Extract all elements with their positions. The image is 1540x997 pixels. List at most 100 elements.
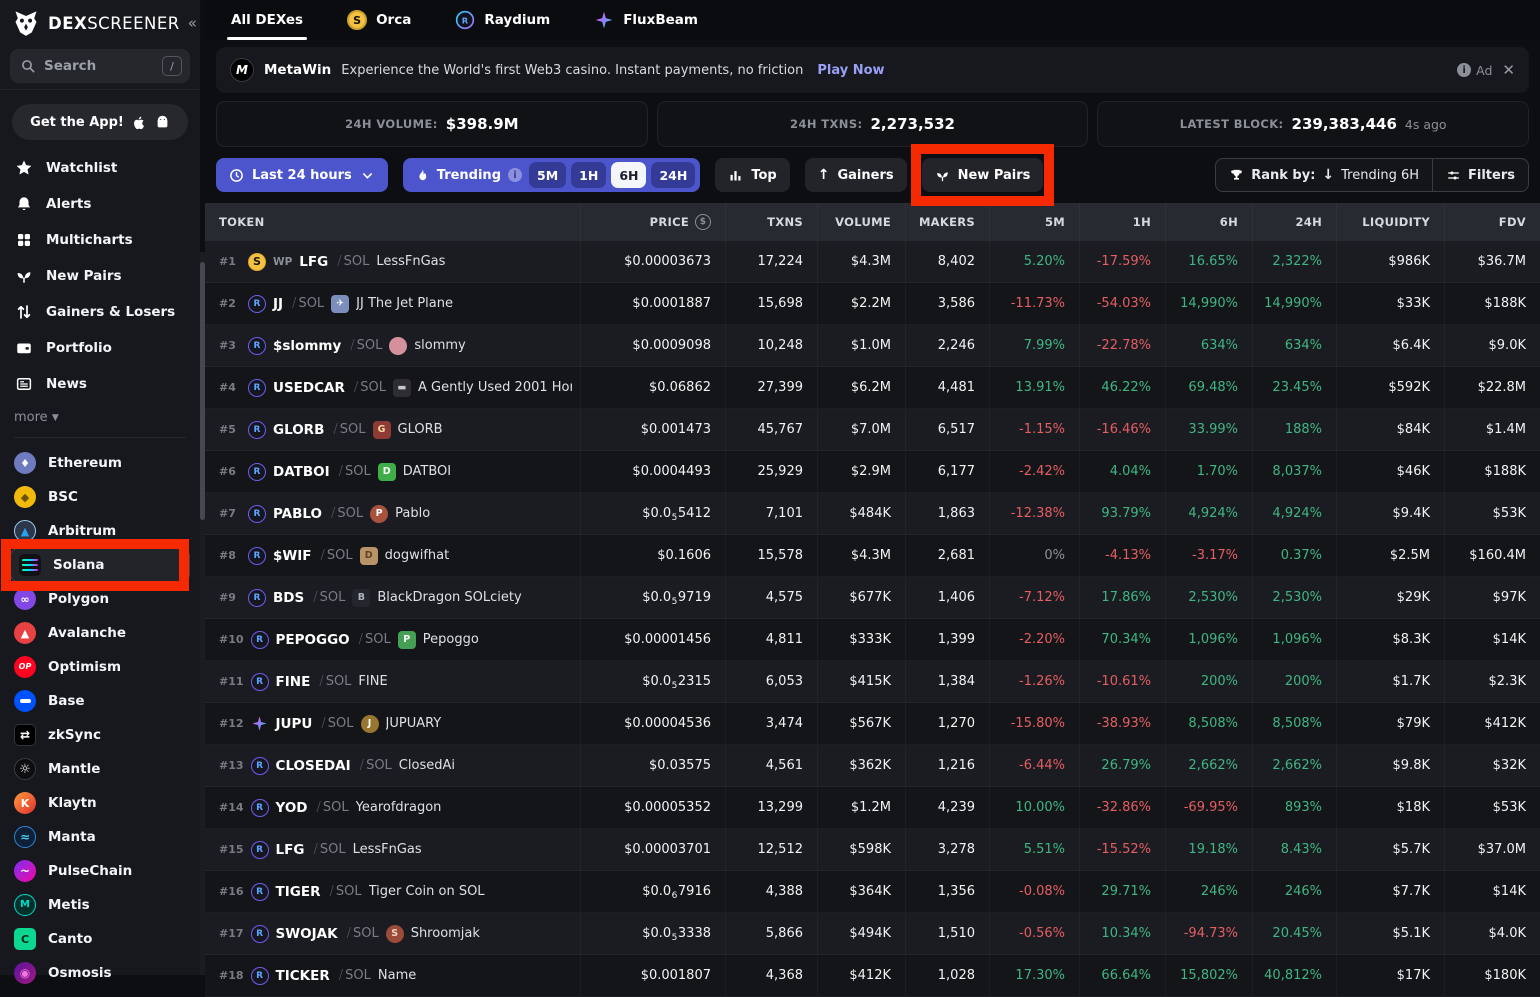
fdv-cell: $97K bbox=[1444, 577, 1540, 618]
sidebar-more-button[interactable]: more ▼ bbox=[0, 402, 200, 435]
top-button[interactable]: Top bbox=[715, 158, 789, 192]
ad-banner[interactable]: M MetaWin Experience the World's first W… bbox=[216, 47, 1529, 93]
chain-item-mantle[interactable]: ☼Mantle bbox=[0, 752, 200, 786]
tab-fluxbeam[interactable]: FluxBeam bbox=[594, 0, 698, 40]
token-row-tiger[interactable]: #16RTIGER/SOLTiger Coin on SOL$0.0679164… bbox=[205, 871, 1540, 913]
ad-close-icon[interactable]: ✕ bbox=[1502, 61, 1515, 79]
token-cell: #7RPABLO/SOLPPablo bbox=[205, 493, 580, 534]
token-row-jupu[interactable]: #12JUPU/SOLJJUPUARY$0.000045363,474$567K… bbox=[205, 703, 1540, 745]
pair-chain: /SOL bbox=[315, 800, 349, 815]
token-row-lfg[interactable]: #15RLFG/SOLLessFnGas$0.0000370112,512$59… bbox=[205, 829, 1540, 871]
tab-raydium[interactable]: RRaydium bbox=[455, 0, 550, 40]
trending-window-5m[interactable]: 5M bbox=[529, 162, 566, 188]
token-row-swojak[interactable]: #17RSWOJAK/SOLSShroomjak$0.0533385,866$4… bbox=[205, 913, 1540, 955]
trending-button[interactable]: Trending i 5M1H6H24H bbox=[403, 158, 701, 192]
price-cell: $0.00003673 bbox=[580, 241, 725, 282]
sidebar-item-new-pairs[interactable]: New Pairs bbox=[0, 258, 200, 294]
chain-item-arbitrum[interactable]: ▲Arbitrum bbox=[0, 514, 200, 548]
makers-cell: 1,216 bbox=[905, 745, 989, 786]
token-name: dogwifhat bbox=[385, 548, 450, 563]
token-row-glorb[interactable]: #5RGLORB/SOLGGLORB$0.00147345,767$7.0M6,… bbox=[205, 409, 1540, 451]
raydium-icon: R bbox=[455, 10, 475, 30]
token-row-wif[interactable]: #8R$WIF/SOLDdogwifhat$0.160615,578$4.3M2… bbox=[205, 535, 1540, 577]
sidebar-collapse-icon[interactable]: « bbox=[188, 16, 197, 31]
chain-item-polygon[interactable]: ∞Polygon bbox=[0, 582, 200, 616]
new-pairs-button[interactable]: New Pairs bbox=[922, 158, 1044, 192]
filters-button[interactable]: Filters bbox=[1432, 159, 1528, 191]
scrollbar-thumb[interactable] bbox=[200, 262, 205, 520]
token-row-lfg[interactable]: #1SWPLFG/SOLLessFnGas$0.0000367317,224$4… bbox=[205, 241, 1540, 283]
column-header-5m[interactable]: 5M bbox=[989, 203, 1079, 241]
chain-item-optimism[interactable]: OPOptimism bbox=[0, 650, 200, 684]
token-row-pablo[interactable]: #7RPABLO/SOLPPablo$0.0554127,101$484K1,8… bbox=[205, 493, 1540, 535]
sidebar-item-portfolio[interactable]: Portfolio bbox=[0, 330, 200, 366]
chain-item-metis[interactable]: MMetis bbox=[0, 888, 200, 922]
chain-item-pulsechain[interactable]: ~PulseChain bbox=[0, 854, 200, 888]
column-header-6h[interactable]: 6H bbox=[1165, 203, 1252, 241]
column-header-1h[interactable]: 1H bbox=[1079, 203, 1165, 241]
liquidity-cell: $1.7K bbox=[1336, 661, 1444, 702]
volume-cell: $333K bbox=[817, 619, 905, 660]
change-1h-cell: 93.79% bbox=[1079, 493, 1165, 534]
token-row-jj[interactable]: #2RJJ/SOL✈JJ The Jet Plane$0.000188715,6… bbox=[205, 283, 1540, 325]
column-header-24h[interactable]: 24H bbox=[1252, 203, 1336, 241]
token-symbol: TICKER bbox=[276, 968, 330, 984]
token-row-yod[interactable]: #14RYOD/SOLYearofdragon$0.0000535213,299… bbox=[205, 787, 1540, 829]
sidebar-item-news[interactable]: News bbox=[0, 366, 200, 402]
fdv-cell: $22.8M bbox=[1444, 367, 1540, 408]
sidebar-item-multicharts[interactable]: Multicharts bbox=[0, 222, 200, 258]
trending-window-6h[interactable]: 6H bbox=[611, 162, 646, 188]
token-row-closedai[interactable]: #13RCLOSEDAI/SOLClosedAi$0.035754,561$36… bbox=[205, 745, 1540, 787]
trending-window-1h[interactable]: 1H bbox=[571, 162, 606, 188]
rank-by-button[interactable]: Rank by: ↓ Trending 6H bbox=[1216, 159, 1432, 191]
chain-item-manta[interactable]: ≈Manta bbox=[0, 820, 200, 854]
chain-item-zksync[interactable]: ⇄zkSync bbox=[0, 718, 200, 752]
column-header-liquidity[interactable]: LIQUIDITY bbox=[1336, 203, 1444, 241]
chain-item-bsc[interactable]: ◆BSC bbox=[0, 480, 200, 514]
fdv-cell: $36.7M bbox=[1444, 241, 1540, 282]
chain-item-canto[interactable]: CCanto bbox=[0, 922, 200, 956]
search-input[interactable]: Search / bbox=[10, 49, 190, 83]
column-header-volume[interactable]: VOLUME bbox=[817, 203, 905, 241]
change-24h-cell: 1,096% bbox=[1252, 619, 1336, 660]
sidebar-item-watchlist[interactable]: Watchlist bbox=[0, 150, 200, 186]
column-header-token[interactable]: TOKEN bbox=[205, 203, 580, 241]
chain-item-base[interactable]: Base bbox=[0, 684, 200, 718]
token-row-pepoggo[interactable]: #10RPEPOGGO/SOLPPepoggo$0.000014564,811$… bbox=[205, 619, 1540, 661]
token-symbol: SWOJAK bbox=[276, 926, 338, 942]
column-header-makers[interactable]: MAKERS bbox=[905, 203, 989, 241]
rank-label: #10 bbox=[219, 633, 244, 646]
trending-window-24h[interactable]: 24H bbox=[651, 162, 695, 188]
token-row-datboi[interactable]: #6RDATBOI/SOLDDATBOI$0.000449325,929$2.9… bbox=[205, 451, 1540, 493]
liquidity-cell: $7.7K bbox=[1336, 871, 1444, 912]
column-header-fdv[interactable]: FDV bbox=[1444, 203, 1540, 241]
gainers-button[interactable]: ↑ Gainers bbox=[805, 158, 907, 192]
chain-item-osmosis[interactable]: ◉Osmosis bbox=[0, 956, 200, 990]
flame-icon bbox=[415, 168, 430, 183]
tab-all-dexes[interactable]: All DEXes bbox=[231, 0, 303, 40]
ad-play-now-link[interactable]: Play Now bbox=[817, 63, 884, 78]
token-row-usedcar[interactable]: #4RUSEDCAR/SOL▬A Gently Used 2001 Honda … bbox=[205, 367, 1540, 409]
token-row-slommy[interactable]: #3R$slommy/SOLslommy$0.000909810,248$1.0… bbox=[205, 325, 1540, 367]
chain-item-klaytn[interactable]: KKlaytn bbox=[0, 786, 200, 820]
token-row-bds[interactable]: #9RBDS/SOLBBlackDragon SOLciety$0.059719… bbox=[205, 577, 1540, 619]
makers-cell: 4,481 bbox=[905, 367, 989, 408]
sidebar-item-gainers-losers[interactable]: Gainers & Losers bbox=[0, 294, 200, 330]
sidebar-scrollbar[interactable] bbox=[200, 252, 205, 975]
stat-label: 24H TXNS: bbox=[790, 117, 862, 131]
column-header-price[interactable]: PRICE$ bbox=[580, 203, 725, 241]
token-row-ticker[interactable]: #18RTICKER/SOLName$0.0018074,368$412K1,0… bbox=[205, 955, 1540, 997]
chain-item-ethereum[interactable]: ♦Ethereum bbox=[0, 446, 200, 480]
token-row-fine[interactable]: #11RFINE/SOLFINE$0.0523156,053$415K1,384… bbox=[205, 661, 1540, 703]
usd-toggle-icon[interactable]: $ bbox=[695, 214, 711, 230]
chain-item-avalanche[interactable]: ▲Avalanche bbox=[0, 616, 200, 650]
volume-cell: $415K bbox=[817, 661, 905, 702]
change-24h-cell: 8,037% bbox=[1252, 451, 1336, 492]
time-range-button[interactable]: Last 24 hours bbox=[216, 158, 388, 192]
tab-orca[interactable]: SOrca bbox=[347, 0, 411, 40]
column-header-txns[interactable]: TXNS bbox=[725, 203, 817, 241]
get-the-app-button[interactable]: Get the App! bbox=[12, 104, 188, 140]
more-label: more bbox=[14, 410, 48, 425]
sidebar-item-alerts[interactable]: Alerts bbox=[0, 186, 200, 222]
chain-item-solana[interactable]: Solana bbox=[10, 548, 190, 582]
